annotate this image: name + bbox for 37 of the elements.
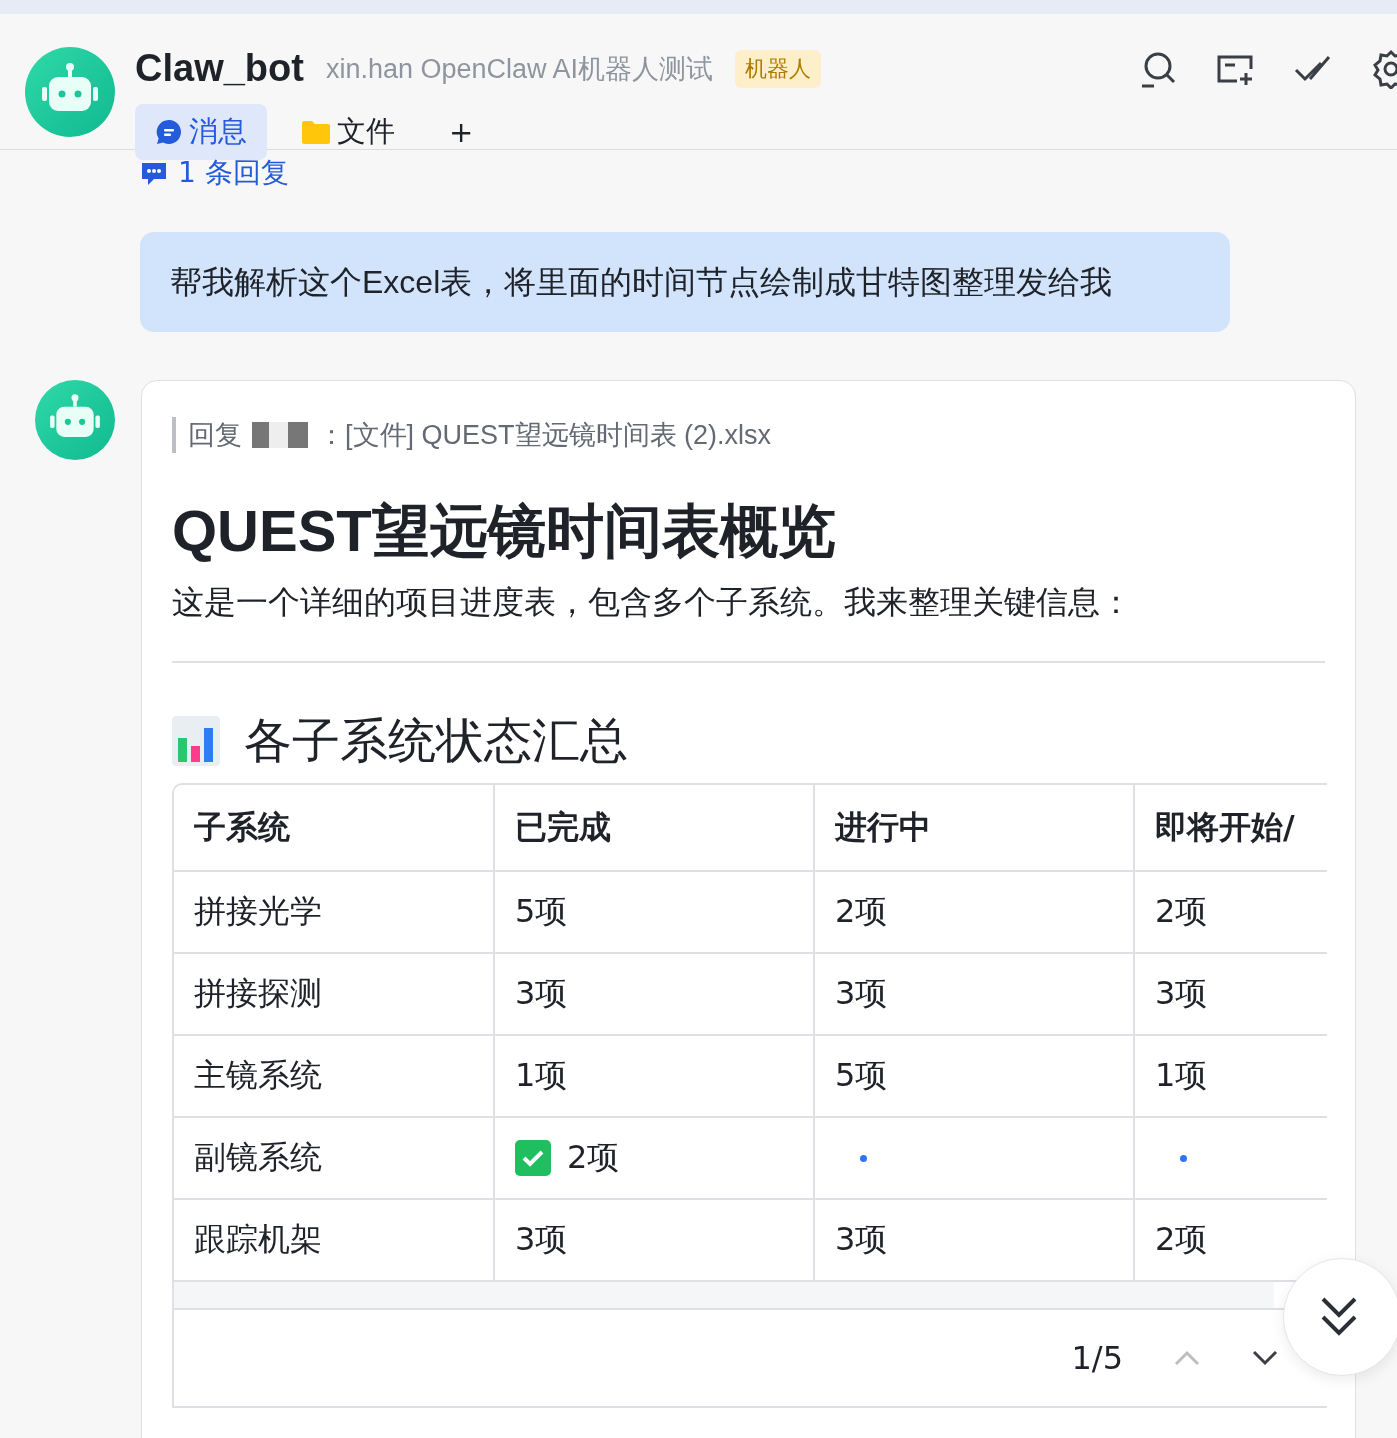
robot-avatar-icon <box>35 380 115 460</box>
table-cell: 3项 <box>494 953 814 1035</box>
reply-quote: ：[文件] QUEST望远镜时间表 (2).xlsx <box>318 419 771 452</box>
intro-text: 这是一个详细的项目进度表，包含多个子系统。我来整理关键信息： <box>172 581 1325 663</box>
table-cell: 3项 <box>814 953 1134 1035</box>
column-header: 已完成 <box>494 785 814 871</box>
table-cell: 5项 <box>814 1035 1134 1117</box>
table-cell: 拼接探测 <box>174 953 494 1035</box>
table-cell: 拼接光学 <box>174 871 494 953</box>
tab[interactable]: 消息 <box>135 104 267 160</box>
column-header: 进行中 <box>814 785 1134 871</box>
next-page-button[interactable] <box>1251 1349 1279 1367</box>
bullet-dot <box>1180 1154 1187 1162</box>
tab[interactable]: + <box>429 107 494 157</box>
reply-label: 回复 <box>188 419 242 452</box>
table-cell: 1项 <box>494 1035 814 1117</box>
table-cell-text: 2项 <box>567 1137 620 1178</box>
redacted-name <box>252 422 308 448</box>
chat-bubble-icon <box>155 118 183 146</box>
table-cell: 2项 <box>814 871 1134 953</box>
horizontal-scrollbar[interactable] <box>174 1282 1274 1308</box>
table-cell: 5项 <box>494 871 814 953</box>
chat-title: Claw_bot <box>135 47 304 90</box>
page-indicator: 1/5 <box>1071 1339 1123 1377</box>
folder-icon <box>301 119 331 145</box>
table-cell: 副镜系统 <box>174 1117 494 1199</box>
section-heading: 各子系统状态汇总 <box>244 711 628 770</box>
robot-avatar-icon <box>25 47 115 137</box>
user-message: 帮我解析这个Excel表，将里面的时间节点绘制成甘特图整理发给我 <box>140 232 1230 332</box>
chat-description: xin.han OpenClaw AI机器人测试 <box>325 52 714 86</box>
message-heading: QUEST望远镜时间表概览 <box>172 497 837 565</box>
bullet-dot <box>860 1154 867 1162</box>
table-cell: 主镜系统 <box>174 1035 494 1117</box>
bar-chart-icon <box>172 716 220 766</box>
bot-tag: 机器人 <box>735 49 822 88</box>
column-header: 子系统 <box>174 785 494 871</box>
checkbox-icon <box>515 1140 551 1176</box>
